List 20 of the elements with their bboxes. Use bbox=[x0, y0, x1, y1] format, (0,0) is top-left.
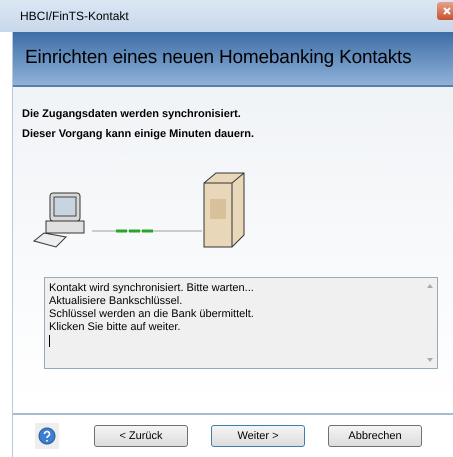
window-title: HBCI/FinTS-Kontakt bbox=[20, 8, 129, 25]
log-line: Schlüssel werden an die Bank übermittelt. bbox=[49, 308, 255, 321]
help-icon bbox=[38, 427, 56, 445]
intro-text: Die Zugangsdaten werden synchronisiert. bbox=[22, 107, 242, 121]
server-icon bbox=[202, 171, 246, 249]
close-button[interactable] bbox=[437, 2, 453, 20]
scroll-up-icon[interactable] bbox=[427, 284, 433, 288]
intro-text: Dieser Vorgang kann einige Minuten dauern. bbox=[22, 127, 256, 141]
log-line: Aktualisiere Bankschlüssel. bbox=[49, 295, 184, 308]
close-icon bbox=[443, 7, 451, 15]
dialog-button[interactable]: Weiter > bbox=[211, 425, 305, 447]
dialog-button[interactable]: Abbrechen bbox=[328, 425, 422, 447]
log-box[interactable]: Kontakt wird synchronisiert. Bitte warten... Aktualisiere Bankschlüssel. Schlüssel werden an die Bank übermittelt. Klicken Sie bitte auf weiter. bbox=[44, 277, 438, 369]
text-cursor bbox=[49, 335, 50, 347]
scroll-down-icon[interactable] bbox=[427, 358, 433, 362]
help-button[interactable] bbox=[35, 423, 59, 449]
header-title: Einrichten eines neuen Homebanking Kontakts bbox=[25, 46, 412, 70]
dialog-button[interactable]: < Zurück bbox=[94, 425, 188, 447]
log-line: Klicken Sie bitte auf weiter. bbox=[49, 321, 182, 334]
log-line: Kontakt wird synchronisiert. Bitte warten... bbox=[49, 282, 255, 295]
